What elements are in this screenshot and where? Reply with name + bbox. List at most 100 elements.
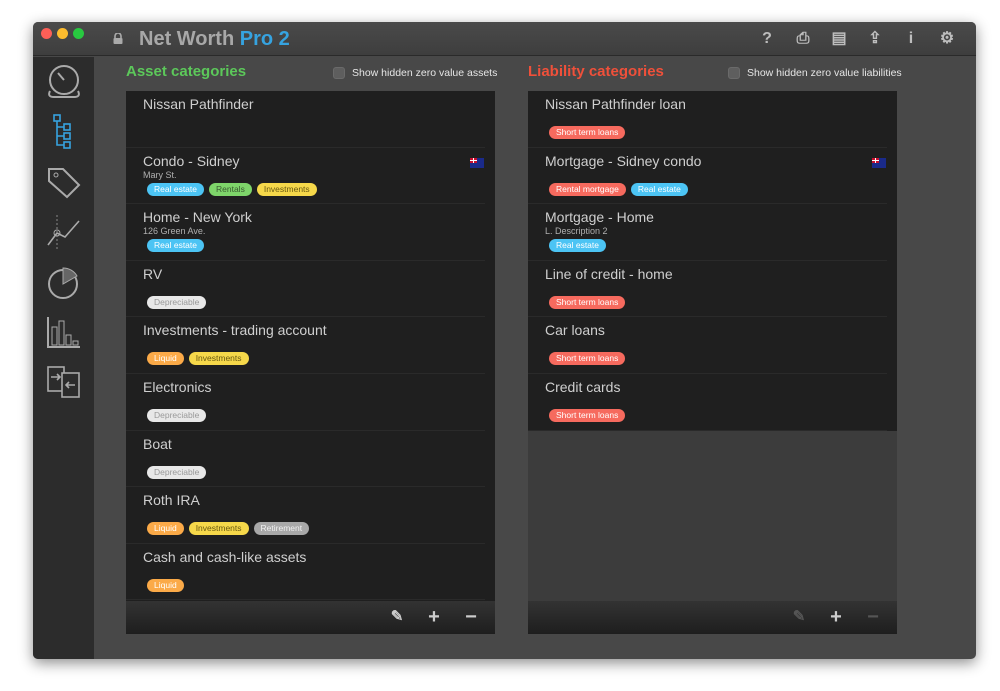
tag-badge: Investments [188, 352, 249, 366]
asset-list[interactable]: Nissan Pathfinder Condo - Sidney Mary St. R… [126, 91, 495, 601]
tag-list: Short term loans [549, 126, 626, 139]
liability-list-panel: Nissan Pathfinder loan Short term loans Mo… [528, 91, 897, 634]
list-item[interactable]: Investments - trading account Liquid Inves… [126, 317, 485, 374]
tag-list: Real estate Rentals Investments [147, 182, 317, 196]
app-title-main: Net Worth [139, 28, 235, 50]
tag-list: Short term loans [549, 408, 626, 422]
sidebar-item-transfer[interactable] [45, 363, 83, 401]
list-item[interactable]: Boat Depreciable [126, 431, 485, 488]
tag-badge: Real estate [630, 182, 688, 196]
checkbox-box[interactable] [333, 67, 345, 79]
sidebar-item-trend-chart[interactable] [45, 213, 83, 251]
item-name: Nissan Pathfinder loan [545, 96, 686, 112]
tag-badge: Short term loans [549, 126, 626, 139]
help-icon[interactable]: ? [758, 30, 776, 48]
tag-badge: Short term loans [549, 295, 626, 309]
liability-list-footer: ✎ + − [528, 601, 897, 634]
zoom-button[interactable] [73, 28, 84, 39]
list-item[interactable]: Line of credit - home Short term loans [528, 261, 887, 318]
plus-icon[interactable]: + [827, 607, 845, 627]
minus-icon: − [867, 606, 879, 628]
tag-list: Depreciable [147, 295, 207, 309]
list-item[interactable]: Mortgage - Sidney condo Rental mortgage Re… [528, 148, 887, 205]
tag-badge: Rentals [209, 182, 252, 196]
tag-badge: Liquid [147, 578, 184, 592]
tag-list: Real estate [147, 239, 204, 253]
gear-icon[interactable]: ⚙ [938, 30, 956, 48]
list-item[interactable]: Credit cards Short term loans [528, 374, 887, 431]
item-name: Condo - Sidney [143, 152, 240, 169]
list-item[interactable]: Electronics Depreciable [126, 374, 485, 431]
sidebar-item-pie-chart[interactable] [45, 263, 83, 301]
item-name: Home - New York [143, 209, 252, 226]
title-bar: Net Worth Pro 2 ? ⎙ ▤ ⇪ i ⚙ [33, 22, 976, 56]
checkbox-label: Show hidden zero value liabilities [747, 67, 902, 79]
item-name: Nissan Pathfinder [143, 96, 254, 112]
dashboard-icon [48, 65, 80, 98]
tag-badge: Depreciable [147, 295, 207, 309]
item-name: Cash and cash-like assets [143, 548, 307, 565]
show-hidden-assets-checkbox[interactable]: Show hidden zero value assets [333, 67, 497, 79]
sidebar-item-tags[interactable] [45, 163, 83, 201]
item-name: Mortgage - Sidney condo [545, 152, 702, 169]
plus-icon[interactable]: + [425, 607, 443, 627]
sidebar-item-categories[interactable] [45, 113, 83, 151]
tag-badge: Depreciable [147, 408, 207, 422]
trend-chart-icon [47, 215, 80, 249]
list-item[interactable]: Cash and cash-like assets Liquid [126, 544, 485, 601]
list-item[interactable]: Mortgage - Home L. Description 2 Real esta… [528, 204, 887, 261]
sidebar-item-bar-chart[interactable] [45, 313, 83, 351]
minimize-button[interactable] [57, 28, 68, 39]
australia-flag-icon [872, 157, 886, 168]
tag-badge: Rental mortgage [549, 182, 626, 196]
checkbox-box[interactable] [728, 67, 740, 79]
item-name: Electronics [143, 378, 212, 395]
item-name: Car loans [545, 322, 605, 339]
tag-list: Liquid [147, 578, 184, 592]
tag-badge: Depreciable [147, 465, 207, 479]
item-description: Mary St. [143, 169, 177, 180]
list-item[interactable]: Nissan Pathfinder [126, 91, 485, 148]
document-icon[interactable]: ▤ [830, 30, 848, 48]
info-icon[interactable]: i [902, 30, 920, 48]
minus-icon[interactable]: − [462, 607, 480, 627]
list-item[interactable]: Car loans Short term loans [528, 317, 887, 374]
edit-icon: ✎ [792, 608, 806, 625]
liability-list[interactable]: Nissan Pathfinder loan Short term loans Mo… [528, 91, 897, 431]
tag-list: Liquid Investments [147, 352, 249, 366]
sidebar-item-dashboard[interactable] [45, 63, 83, 101]
tag-badge: Real estate [549, 239, 606, 253]
tag-list: Depreciable [147, 465, 207, 479]
print-icon[interactable]: ⎙ [794, 30, 812, 48]
sidebar [33, 57, 94, 659]
asset-list-panel: Nissan Pathfinder Condo - Sidney Mary St. R… [126, 91, 495, 634]
tag-list: Depreciable [147, 408, 207, 422]
item-name: RV [143, 265, 163, 282]
edit-icon[interactable]: ✎ [388, 608, 406, 626]
app-title: Net Worth Pro 2 [139, 28, 290, 51]
bar-chart-icon [47, 317, 80, 348]
list-item[interactable]: Condo - Sidney Mary St. Real estate Rentals… [126, 148, 485, 205]
checkbox-label: Show hidden zero value assets [352, 67, 498, 79]
lock-icon[interactable] [113, 33, 123, 44]
tag-badge: Investments [188, 522, 249, 536]
tag-list: Short term loans [549, 295, 626, 309]
item-name: Boat [143, 435, 172, 452]
show-hidden-liabilities-checkbox[interactable]: Show hidden zero value liabilities [728, 67, 902, 79]
pie-chart-icon [48, 267, 78, 299]
list-item[interactable]: Nissan Pathfinder loan Short term loans [528, 91, 887, 148]
close-button[interactable] [41, 28, 52, 39]
list-item[interactable]: Home - New York 126 Green Ave. Real estate [126, 204, 485, 261]
share-icon[interactable]: ⇪ [866, 30, 884, 48]
tag-badge: Retirement [253, 522, 310, 536]
item-name: Credit cards [545, 378, 621, 395]
list-item[interactable]: RV Depreciable [126, 261, 485, 318]
item-description: 126 Green Ave. [143, 226, 206, 237]
app-window: Net Worth Pro 2 ? ⎙ ▤ ⇪ i ⚙ Asset categories … [33, 22, 976, 659]
tag-list: Rental mortgage Real estate [549, 182, 688, 196]
item-description: L. Description 2 [545, 226, 608, 237]
list-item[interactable]: Roth IRA Liquid Investments Retirement [126, 487, 485, 544]
liability-categories-title: Liability categories [528, 63, 664, 80]
tag-list: Real estate [549, 239, 606, 253]
tag-badge: Liquid [147, 352, 184, 366]
